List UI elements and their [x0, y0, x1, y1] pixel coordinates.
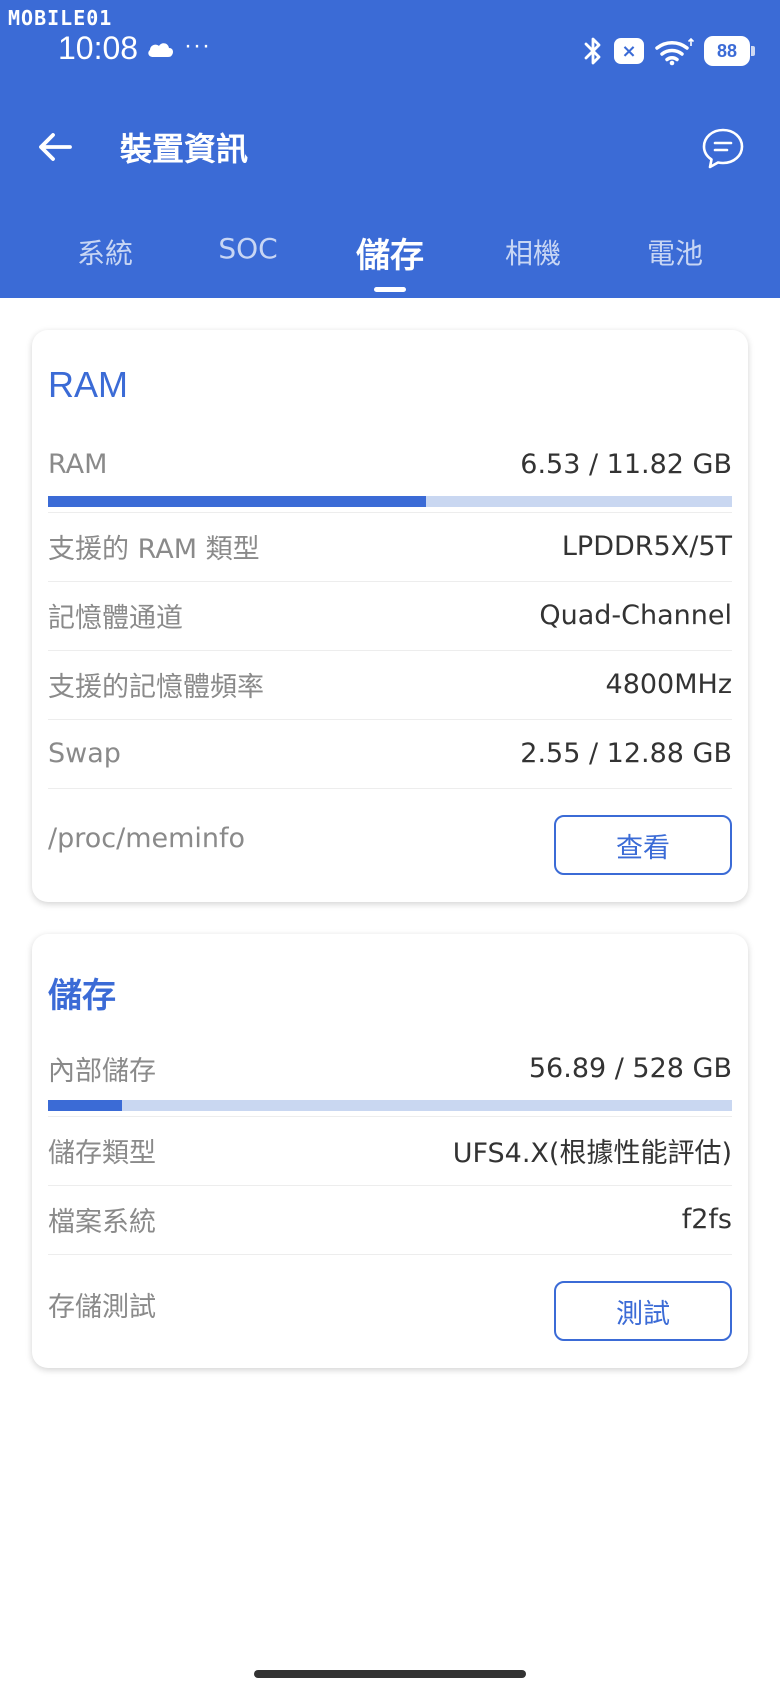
ram-usage-label: RAM [48, 448, 108, 480]
watermark: MOBILE01 [8, 6, 113, 30]
status-time: 10:08 [58, 30, 139, 66]
app-header: MOBILE01 10:08 ··· × 88 裝置資訊 系統 SOC 儲存 相… [0, 0, 780, 298]
row-value: f2fs [681, 1204, 732, 1235]
battery-level: 88 [716, 40, 738, 61]
feedback-icon[interactable] [700, 125, 746, 171]
file-system-row: 檔案系統 f2fs [48, 1185, 732, 1253]
ram-usage-value: 6.53 / 11.82 GB [520, 448, 732, 480]
row-label: 支援的記憶體頻率 [48, 672, 264, 703]
internal-storage-usage: 內部儲存 56.89 / 528 GB [48, 1046, 732, 1111]
tab-system[interactable]: 系統 [77, 232, 133, 272]
storage-type-row: 儲存類型 UFS4.X(根據性能評估) [48, 1116, 732, 1184]
ram-type-row: 支援的 RAM 類型 LPDDR5X/5T [48, 512, 732, 580]
back-arrow-icon[interactable] [34, 126, 76, 168]
status-icons: × 88 [582, 34, 755, 68]
battery-icon: 88 [704, 36, 755, 66]
home-indicator[interactable] [254, 1670, 526, 1678]
ram-card-title: RAM [48, 364, 128, 405]
meminfo-label: /proc/meminfo [48, 823, 246, 854]
memory-frequency-row: 支援的記憶體頻率 4800MHz [48, 650, 732, 718]
row-label: 儲存類型 [48, 1138, 156, 1169]
row-label: 記憶體通道 [48, 603, 183, 634]
battery-cap [751, 46, 755, 56]
tab-battery[interactable]: 電池 [647, 232, 703, 272]
row-label: 檔案系統 [48, 1207, 156, 1238]
page-title: 裝置資訊 [120, 130, 249, 168]
tab-soc[interactable]: SOC [218, 232, 277, 265]
active-tab-indicator [374, 287, 406, 292]
ram-progress-fill [48, 496, 426, 507]
row-value: UFS4.X(根據性能評估) [452, 1138, 732, 1169]
row-value: 2.55 / 12.88 GB [520, 738, 732, 769]
row-label: 支援的 RAM 類型 [48, 534, 260, 565]
wifi-icon [655, 37, 694, 66]
swap-row: Swap 2.55 / 12.88 GB [48, 719, 732, 787]
row-value: 4800MHz [605, 669, 732, 700]
storage-card: 儲存 內部儲存 56.89 / 528 GB 儲存類型 UFS4.X(根據性能評… [32, 934, 748, 1368]
tab-bar: 系統 SOC 儲存 相機 電池 [0, 226, 780, 298]
more-notifications: ··· [184, 32, 211, 59]
row-value: Quad-Channel [539, 600, 732, 631]
ram-usage: RAM 6.53 / 11.82 GB [48, 442, 732, 507]
internal-storage-value: 56.89 / 528 GB [528, 1052, 732, 1084]
storage-test-button[interactable]: 測試 [554, 1281, 732, 1341]
bluetooth-icon [584, 37, 601, 65]
row-label: Swap [48, 738, 121, 769]
cloud-icon [148, 43, 173, 57]
tab-camera[interactable]: 相機 [505, 232, 561, 272]
storage-progress-bar [48, 1100, 732, 1111]
view-meminfo-button[interactable]: 查看 [554, 815, 732, 875]
storage-progress-fill [48, 1100, 122, 1111]
internal-storage-label: 內部儲存 [48, 1055, 156, 1087]
memory-channel-row: 記憶體通道 Quad-Channel [48, 581, 732, 649]
ram-progress-bar [48, 496, 732, 507]
storage-test-label: 存儲測試 [48, 1292, 156, 1323]
mute-icon: × [614, 38, 644, 64]
tab-storage[interactable]: 儲存 [356, 228, 424, 277]
storage-card-title: 儲存 [48, 976, 116, 1016]
ram-card: RAM RAM 6.53 / 11.82 GB 支援的 RAM 類型 LPDDR… [32, 330, 748, 902]
row-value: LPDDR5X/5T [561, 531, 732, 562]
